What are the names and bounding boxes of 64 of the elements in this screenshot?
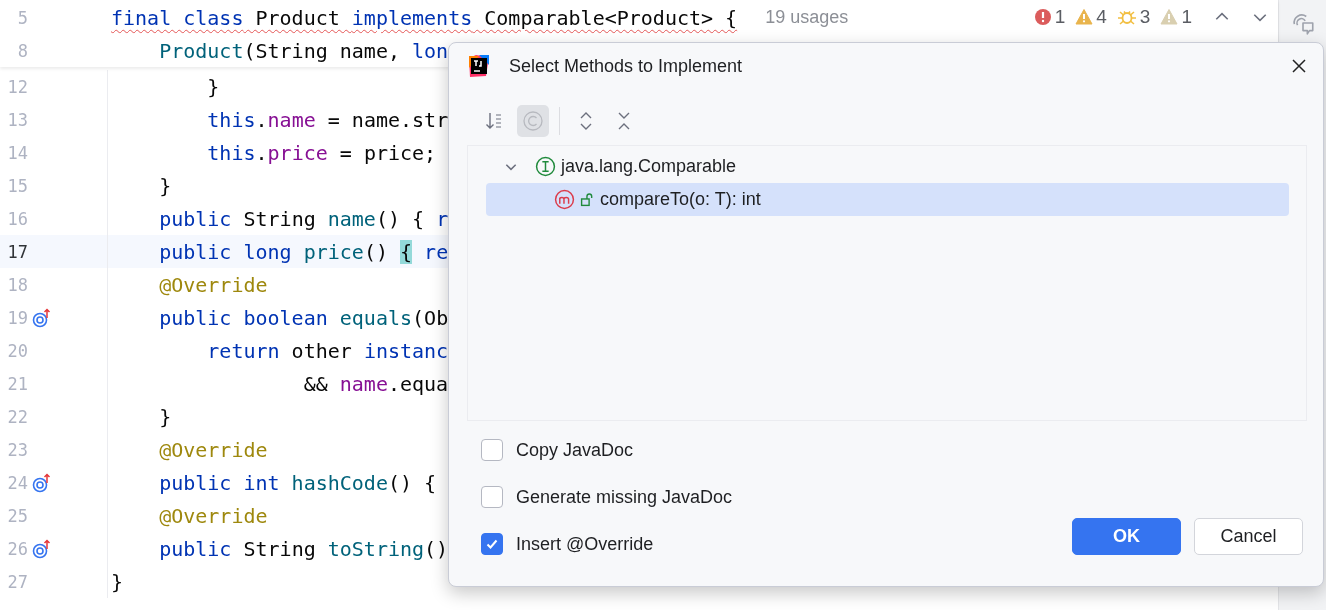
code-line: public String name() { r [158,206,449,231]
code-line: Product(String name, lon [158,38,449,63]
code-line: @Override [158,272,268,297]
line-number: 22 [6,406,28,427]
line-number: 17 [6,241,28,262]
code-line: final class Product implements Comparable<Product> { [111,5,738,30]
line-number: 19 [6,307,28,328]
tree-item[interactable]: compareTo(o: T): int [486,183,1289,216]
code-line: public long price() { re [158,239,449,264]
line-number: 8 [16,40,28,61]
checkbox[interactable] [481,533,503,555]
method-icon [554,189,575,210]
code-line: public int hashCode() { [158,470,437,495]
line-number: 26 [6,538,28,559]
ok-button[interactable]: OK [1072,518,1181,555]
option-label[interactable]: Copy JavaDoc [516,439,634,461]
option-label[interactable]: Generate missing JavaDoc [516,486,733,508]
line-number: 16 [6,208,28,229]
override-marker-icon[interactable] [32,472,52,493]
code-line: this.name = name.str [206,107,449,132]
code-line: public boolean equals(Ob [158,305,449,330]
code-line: public String toString() [158,536,449,561]
inspection-counter[interactable]: 1 [1033,6,1066,28]
line-number: 21 [6,373,28,394]
public-access-icon [580,192,595,207]
inspection-counter[interactable]: 4 [1075,6,1107,28]
code-line: } [111,569,124,594]
typo-warning-icon [1160,8,1179,26]
code-line: @Override [158,437,268,462]
dialog-title: Select Methods to Implement [509,55,744,77]
checkbox[interactable] [481,486,503,508]
cancel-button[interactable]: Cancel [1194,518,1303,555]
code-line: @Override [158,503,268,528]
line-number: 20 [6,340,28,361]
line-number: 23 [6,439,28,460]
error-icon [1033,8,1052,26]
code-line: && name.equa [302,371,449,396]
line-number: 15 [6,175,28,196]
app-logo-icon [467,54,491,78]
code-line: return other instanc [206,338,449,363]
line-number: 13 [6,109,28,130]
inspection-counter[interactable]: 3 [1116,6,1151,28]
code-line: } [158,173,172,198]
line-number: 25 [6,505,28,526]
line-number: 18 [6,274,28,295]
code-line: } [206,74,220,99]
line-number: 27 [6,571,28,592]
checkbox[interactable] [481,439,503,461]
inspection-counter[interactable]: 1 [1160,6,1192,28]
bug-icon [1116,8,1137,26]
interface-icon [535,156,556,177]
code-line: } [158,404,172,429]
line-number: 14 [6,142,28,163]
copyright-circle-icon [522,110,544,132]
override-marker-icon[interactable] [32,307,52,328]
tree-item[interactable]: java.lang.Comparable [486,150,1289,183]
line-number: 12 [6,76,28,97]
override-marker-icon[interactable] [32,538,52,559]
line-number: 24 [6,472,28,493]
line-number: 5 [16,7,28,28]
code-line: this.price = price; [206,140,437,165]
option-label[interactable]: Insert @Override [516,533,654,555]
close-icon[interactable] [1291,58,1307,74]
warning-icon [1075,8,1094,26]
